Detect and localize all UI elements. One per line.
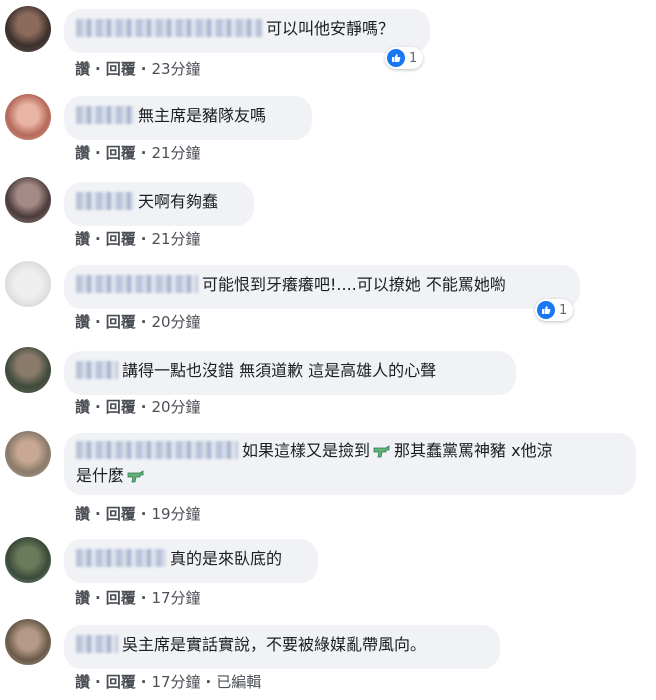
comment-actions: 讚 · 回覆 · 21分鐘 [75, 142, 201, 163]
separator-dot: · [95, 398, 101, 416]
separator-dot: · [95, 589, 101, 607]
comment-bubble: 無主席是豬隊友嗎 [64, 96, 312, 140]
water-gun-icon [126, 468, 146, 490]
comment-text: 吳主席是實話實說，不要被綠媒亂帶風向。 [122, 635, 427, 654]
commenter-name[interactable] [76, 192, 134, 210]
avatar[interactable] [5, 347, 51, 393]
comment-time[interactable]: 20分鐘 [151, 398, 200, 416]
comment-text: 可能恨到牙癢癢吧!....可以撩她 不能罵她喲 [202, 275, 506, 294]
comment-bubble: 講得一點也沒錯 無須道歉 這是高雄人的心聲 [64, 351, 516, 395]
avatar[interactable] [5, 431, 51, 477]
like-link[interactable]: 讚 [75, 313, 90, 331]
reply-link[interactable]: 回覆 [106, 398, 136, 416]
comment-actions: 讚 · 回覆 · 20分鐘 [75, 396, 201, 417]
comment-time[interactable]: 21分鐘 [151, 144, 200, 162]
commenter-name[interactable] [76, 19, 262, 37]
reaction-badge[interactable]: 1 [385, 47, 424, 69]
reply-link[interactable]: 回覆 [106, 313, 136, 331]
comment-bubble: 可能恨到牙癢癢吧!....可以撩她 不能罵她喲 [64, 265, 580, 309]
commenter-name[interactable] [76, 549, 166, 567]
reaction-count: 1 [409, 50, 418, 66]
separator-dot: · [95, 60, 101, 78]
avatar[interactable] [5, 619, 51, 665]
comment-bubble: 天啊有夠蠢 [64, 182, 254, 226]
separator-dot: · [95, 505, 101, 523]
comment-actions: 讚 · 回覆 · 23分鐘 [75, 58, 201, 79]
comment-bubble: 可以叫他安靜嗎？ [64, 9, 430, 53]
avatar[interactable] [5, 537, 51, 583]
commenter-name[interactable] [76, 635, 118, 653]
separator-dot: · [140, 673, 147, 691]
commenter-name[interactable] [76, 275, 198, 293]
separator-dot: · [95, 144, 101, 162]
comment-actions: 讚 · 回覆 · 17分鐘 [75, 587, 201, 608]
comment-actions: 讚 · 回覆 · 21分鐘 [75, 228, 201, 249]
avatar[interactable] [5, 261, 51, 307]
like-icon [537, 301, 555, 319]
like-icon [387, 49, 405, 67]
separator-dot: · [140, 505, 147, 523]
reaction-badge[interactable]: 1 [535, 299, 574, 321]
comment-time[interactable]: 17分鐘 [151, 673, 200, 691]
comment-actions: 讚 · 回覆 · 20分鐘 [75, 311, 201, 332]
comment-time[interactable]: 23分鐘 [151, 60, 200, 78]
reply-link[interactable]: 回覆 [106, 673, 136, 691]
separator-dot: · [140, 398, 147, 416]
separator-dot: · [140, 313, 147, 331]
like-link[interactable]: 讚 [75, 673, 90, 691]
comment-text-part-c: 是什麼 [76, 466, 125, 485]
comment-text: 天啊有夠蠢 [138, 192, 219, 211]
separator-dot: · [140, 589, 147, 607]
reply-link[interactable]: 回覆 [106, 144, 136, 162]
reply-link[interactable]: 回覆 [106, 230, 136, 248]
avatar[interactable] [5, 94, 51, 140]
comment-text: 可以叫他安靜嗎？ [266, 19, 395, 38]
separator-dot: · [140, 144, 147, 162]
comment-text-part-a: 如果這樣又是撿到 [242, 441, 371, 460]
water-gun-icon [372, 443, 392, 465]
comment-text: 講得一點也沒錯 無須道歉 這是高雄人的心聲 [122, 361, 437, 380]
reply-link[interactable]: 回覆 [106, 505, 136, 523]
comment-text: 真的是來臥底的 [170, 549, 283, 568]
commenter-name[interactable] [76, 361, 118, 379]
comment-bubble: 吳主席是實話實說，不要被綠媒亂帶風向。 [64, 625, 500, 669]
comment-bubble: 真的是來臥底的 [64, 539, 318, 583]
comment-actions: 讚 · 回覆 · 17分鐘 · 已編輯 [75, 671, 261, 692]
commenter-name[interactable] [76, 106, 134, 124]
separator-dot: · [95, 230, 101, 248]
commenter-name[interactable] [76, 441, 238, 459]
comment-text: 無主席是豬隊友嗎 [138, 106, 267, 125]
reply-link[interactable]: 回覆 [106, 60, 136, 78]
comment-actions: 讚 · 回覆 · 19分鐘 [75, 503, 201, 524]
separator-dot: · [140, 230, 147, 248]
comment-time[interactable]: 20分鐘 [151, 313, 200, 331]
comment-time[interactable]: 21分鐘 [151, 230, 200, 248]
like-link[interactable]: 讚 [75, 230, 90, 248]
reaction-count: 1 [559, 302, 568, 318]
edited-label: 已編輯 [216, 673, 262, 691]
comment-time[interactable]: 17分鐘 [151, 589, 200, 607]
comment-text-part-b: 那其蠢黨罵神豬 x他涼 [394, 441, 553, 460]
comment-bubble: 如果這樣又是撿到 那其蠢黨罵神豬 x他涼是什麼 [64, 433, 636, 495]
separator-dot: · [205, 673, 212, 691]
like-link[interactable]: 讚 [75, 589, 90, 607]
like-link[interactable]: 讚 [75, 398, 90, 416]
comment-time[interactable]: 19分鐘 [151, 505, 200, 523]
separator-dot: · [95, 673, 101, 691]
avatar[interactable] [5, 6, 51, 52]
reply-link[interactable]: 回覆 [106, 589, 136, 607]
like-link[interactable]: 讚 [75, 505, 90, 523]
avatar[interactable] [5, 177, 51, 223]
like-link[interactable]: 讚 [75, 144, 90, 162]
separator-dot: · [95, 313, 101, 331]
like-link[interactable]: 讚 [75, 60, 90, 78]
separator-dot: · [140, 60, 147, 78]
